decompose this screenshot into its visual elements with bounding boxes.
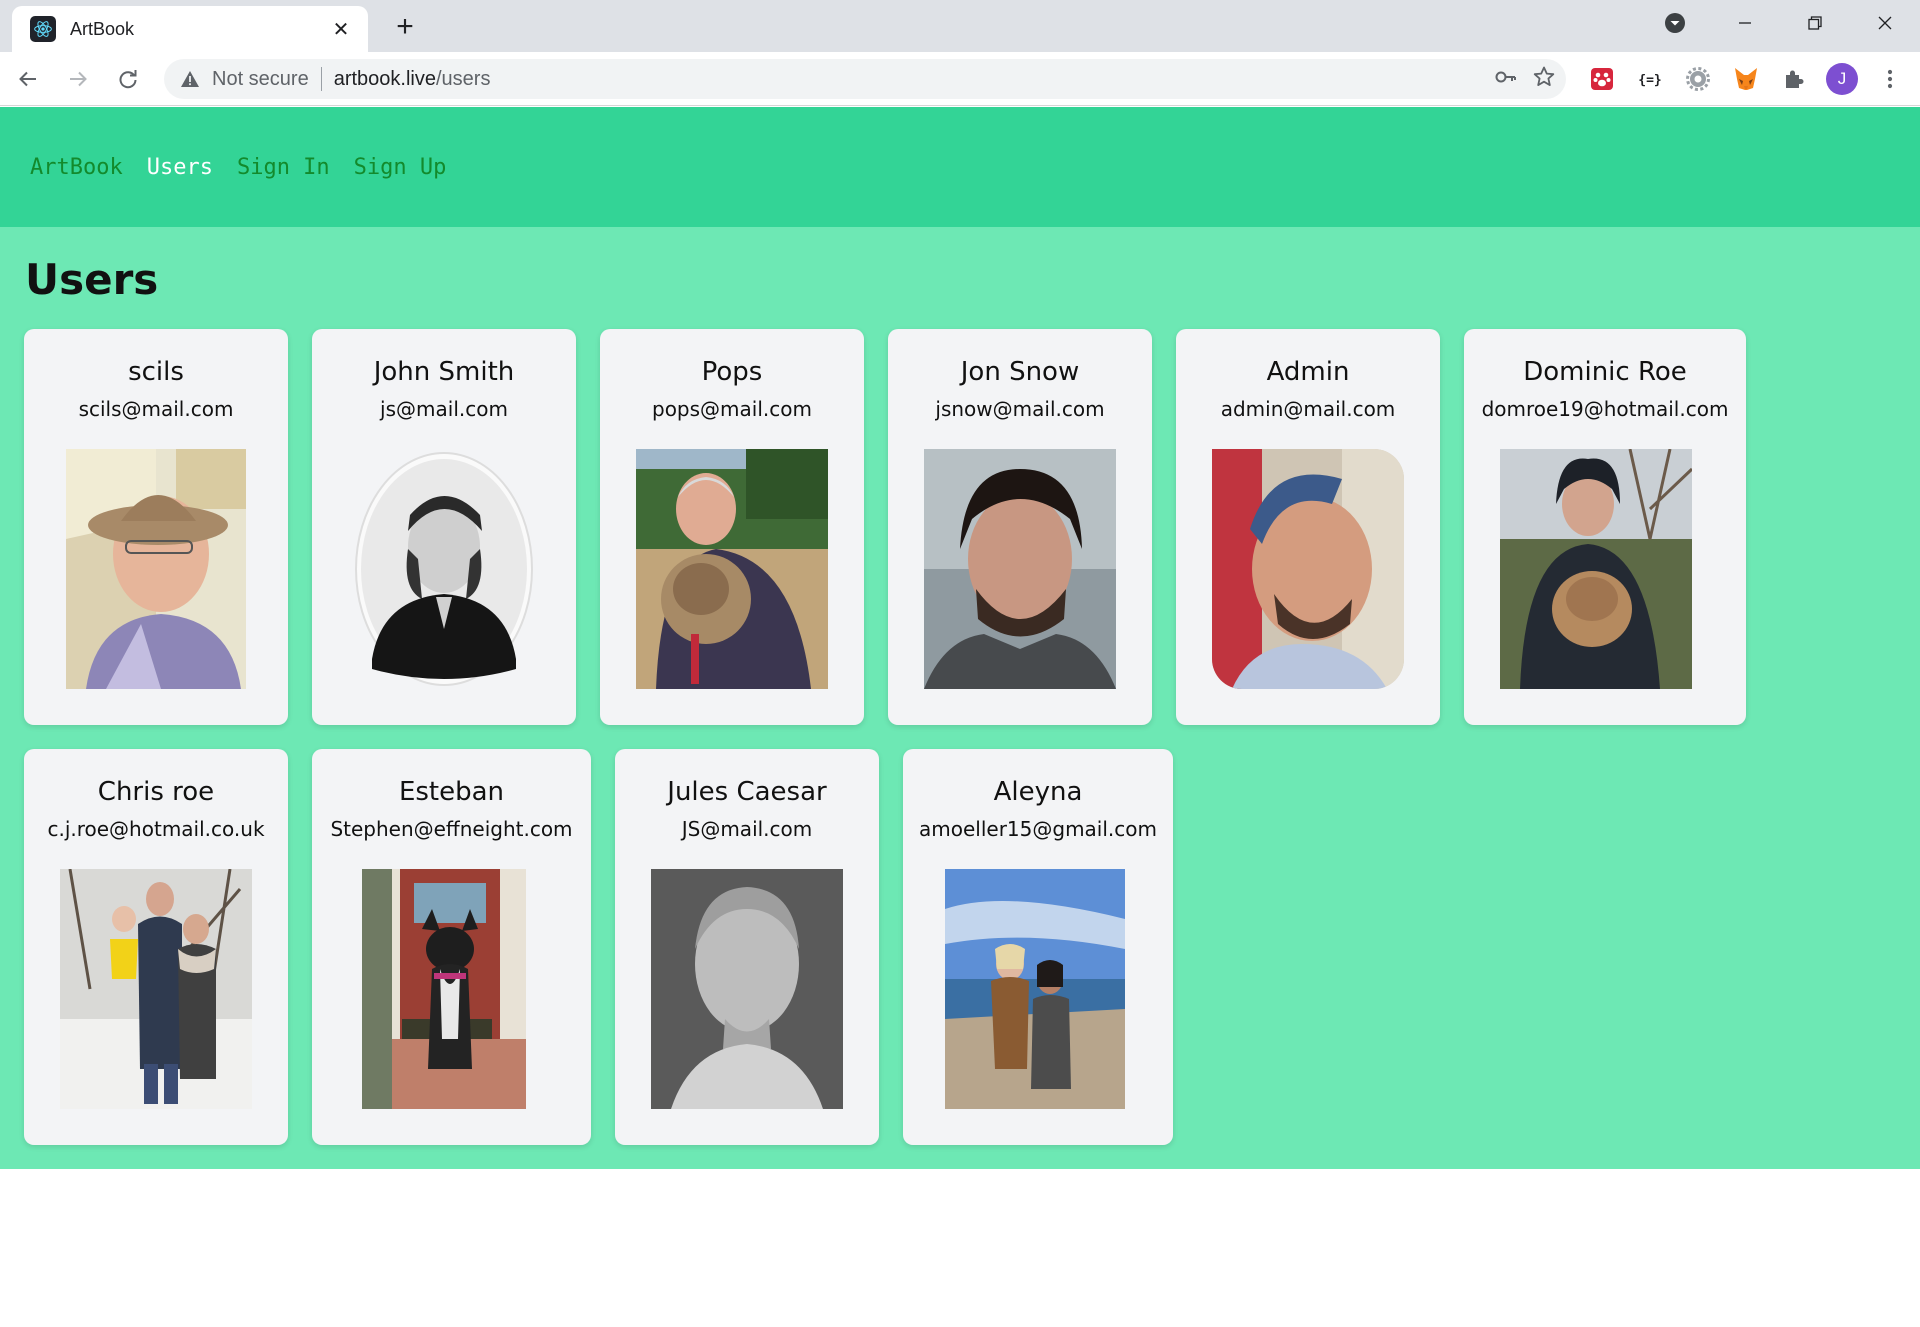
user-email: c.j.roe@hotmail.co.uk xyxy=(47,817,265,841)
puzzle-extensions-icon[interactable] xyxy=(1770,59,1818,99)
user-name: Dominic Roe xyxy=(1523,357,1687,387)
page-content: ArtBook Users Sign In Sign Up Users scil… xyxy=(0,107,1920,1327)
paw-extension-icon[interactable] xyxy=(1578,59,1626,99)
key-icon[interactable] xyxy=(1494,65,1518,93)
user-name: Chris roe xyxy=(97,777,215,807)
user-name: Aleyna xyxy=(993,777,1083,807)
user-email: Stephen@effneight.com xyxy=(330,817,573,841)
user-card[interactable]: Chris roe c.j.roe@hotmail.co.uk xyxy=(24,749,288,1145)
user-email: jsnow@mail.com xyxy=(935,397,1105,421)
user-name: John Smith xyxy=(373,357,515,387)
user-card[interactable]: Jon Snow jsnow@mail.com xyxy=(888,329,1152,725)
user-card[interactable]: scils scils@mail.com xyxy=(24,329,288,725)
user-avatar-photo xyxy=(66,449,246,689)
user-name: Admin xyxy=(1266,357,1350,387)
user-email: domroe19@hotmail.com xyxy=(1481,397,1729,421)
react-favicon-icon xyxy=(30,16,56,42)
gear-extension-icon[interactable] xyxy=(1674,59,1722,99)
extensions-area: {=} J xyxy=(1578,59,1914,99)
user-avatar-photo xyxy=(1500,449,1692,689)
json-extension-icon[interactable]: {=} xyxy=(1626,59,1674,99)
tab-close-icon[interactable]: ✕ xyxy=(328,16,354,42)
url-path: /users xyxy=(436,67,491,90)
nav-link-artbook[interactable]: ArtBook xyxy=(30,155,123,180)
url-host: artbook.live xyxy=(333,67,436,90)
user-avatar-photo xyxy=(352,449,536,689)
user-card[interactable]: Pops pops@mail.com xyxy=(600,329,864,725)
user-avatar-photo xyxy=(362,869,526,1109)
user-email: admin@mail.com xyxy=(1220,397,1396,421)
user-card[interactable]: Esteban Stephen@effneight.com xyxy=(312,749,591,1145)
warning-icon[interactable] xyxy=(180,70,200,88)
tab-search-icon[interactable] xyxy=(1640,0,1710,46)
new-tab-button[interactable]: + xyxy=(388,10,422,44)
minimize-icon[interactable] xyxy=(1710,0,1780,46)
forward-arrow-icon[interactable] xyxy=(56,57,100,101)
user-avatar-photo xyxy=(651,869,843,1109)
user-card[interactable]: Aleyna amoeller15@gmail.com xyxy=(903,749,1173,1145)
nav-link-users[interactable]: Users xyxy=(147,155,213,180)
reload-icon[interactable] xyxy=(106,57,150,101)
user-card[interactable]: Dominic Roe domroe19@hotmail.com xyxy=(1464,329,1746,725)
restore-icon[interactable] xyxy=(1780,0,1850,46)
page-bottom-area xyxy=(0,1276,1920,1327)
user-avatar-photo xyxy=(924,449,1116,689)
back-arrow-icon[interactable] xyxy=(6,57,50,101)
user-card[interactable]: Admin admin@mail.com xyxy=(1176,329,1440,725)
nav-link-sign-in[interactable]: Sign In xyxy=(237,155,330,180)
user-avatar-photo xyxy=(1212,449,1404,689)
tab-title: ArtBook xyxy=(70,18,135,39)
user-name: Esteban xyxy=(398,777,505,807)
nav-link-sign-up[interactable]: Sign Up xyxy=(354,155,447,180)
profile-avatar-letter: J xyxy=(1826,63,1858,95)
user-avatar-photo xyxy=(636,449,828,689)
svg-text:{=}: {=} xyxy=(1638,73,1661,88)
user-card[interactable]: Jules Caesar JS@mail.com xyxy=(615,749,879,1145)
user-name: Jon Snow xyxy=(960,357,1080,387)
user-name: Jules Caesar xyxy=(667,777,827,807)
address-bar[interactable]: Not secure artbook.live /users xyxy=(164,59,1566,99)
user-card[interactable]: John Smith js@mail.com xyxy=(312,329,576,725)
kebab-menu-icon[interactable] xyxy=(1866,59,1914,99)
user-name: scils xyxy=(128,357,184,387)
browser-tabstrip: ArtBook ✕ + xyxy=(0,0,1920,52)
user-email: JS@mail.com xyxy=(681,817,813,841)
bookmark-star-icon[interactable] xyxy=(1532,65,1556,93)
browser-tab[interactable]: ArtBook ✕ xyxy=(12,6,368,52)
address-divider xyxy=(320,67,322,91)
not-secure-label[interactable]: Not secure xyxy=(212,68,309,91)
user-email: amoeller15@gmail.com xyxy=(919,817,1157,841)
user-avatar-photo xyxy=(945,869,1125,1109)
metamask-fox-icon[interactable] xyxy=(1722,59,1770,99)
close-window-icon[interactable] xyxy=(1850,0,1920,46)
user-email: scils@mail.com xyxy=(78,397,234,421)
user-name: Pops xyxy=(701,357,763,387)
user-email: pops@mail.com xyxy=(652,397,812,421)
site-navbar: ArtBook Users Sign In Sign Up xyxy=(0,107,1920,227)
window-controls xyxy=(1640,0,1920,46)
profile-avatar[interactable]: J xyxy=(1818,59,1866,99)
browser-toolbar: Not secure artbook.live /users {=} J xyxy=(0,52,1920,106)
user-avatar-photo xyxy=(60,869,252,1109)
page-title: Users xyxy=(25,255,159,304)
user-email: js@mail.com xyxy=(380,397,508,421)
